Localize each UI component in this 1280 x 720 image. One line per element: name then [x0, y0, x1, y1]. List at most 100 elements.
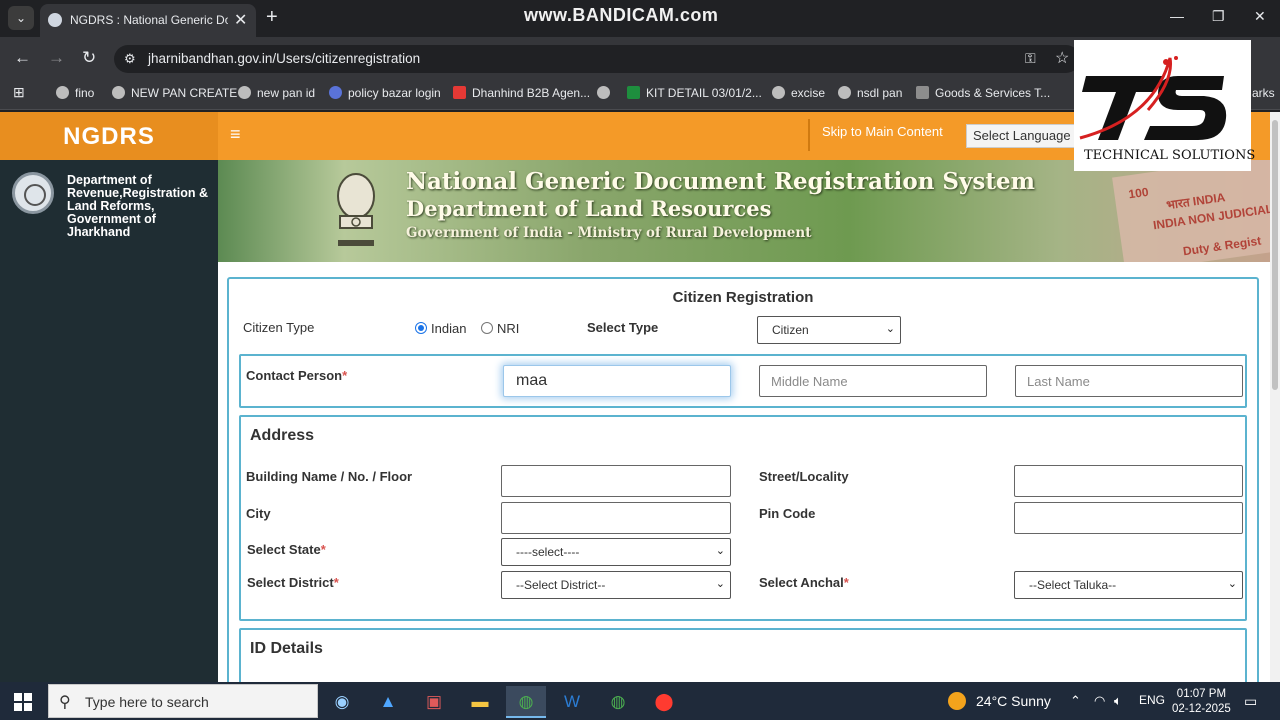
url-text[interactable]: jharnibandhan.gov.in/Users/citizenregist… — [148, 51, 420, 66]
bookmark-label: policy bazar login — [348, 86, 441, 100]
nri-radio[interactable] — [481, 322, 493, 334]
window-close-button[interactable]: ✕ — [1254, 8, 1266, 25]
bookmark-excise[interactable]: excise — [772, 86, 825, 100]
sidebar: NGDRS Department of Revenue,Registration… — [0, 112, 218, 682]
bookmark-label: KIT DETAIL 03/01/2... — [646, 86, 762, 100]
page-scrollbar[interactable] — [1270, 112, 1280, 682]
stamp-paper-image: 100 भारत INDIA INDIA NON JUDICIAL Duty &… — [1112, 160, 1270, 262]
browser-tab[interactable]: NGDRS : National Generic Docu ✕ — [40, 4, 256, 37]
back-arrow-icon[interactable]: ← — [14, 48, 31, 68]
bookmark-fino[interactable]: fino — [56, 86, 94, 100]
bookmark-label: fino — [75, 86, 95, 100]
required-mark: * — [342, 368, 348, 383]
chevron-down-icon: ⌄ — [715, 578, 725, 590]
select-type-dropdown[interactable]: Citizen ⌄ — [757, 316, 901, 344]
bookmark-nsdl-pan[interactable]: nsdl pan — [838, 86, 902, 100]
bandicam-record-icon[interactable]: ⬤ — [644, 686, 684, 718]
bookmark-star-icon[interactable]: ☆ — [1055, 48, 1069, 68]
wifi-icon[interactable]: ◠ — [1094, 693, 1105, 709]
building-input[interactable] — [501, 465, 731, 497]
address-bar[interactable]: ⚙ jharnibandhan.gov.in/Users/citizenregi… — [114, 45, 1080, 73]
jharkhand-emblem-icon — [12, 172, 54, 214]
windows-start-icon[interactable] — [14, 693, 32, 711]
password-key-icon[interactable]: ⚿ — [1025, 50, 1036, 67]
bookmark-new-pan-id[interactable]: new pan id — [238, 86, 315, 100]
logo-caption: TECHNICAL SOLUTIONS — [1084, 148, 1256, 163]
site-favicon-icon — [48, 13, 62, 27]
district-dropdown[interactable]: --Select District-- ⌄ — [501, 571, 731, 599]
bookmark-new-pan-create[interactable]: NEW PAN CREATE — [112, 86, 237, 100]
photos-app-icon[interactable]: ▲ — [368, 686, 408, 718]
file-explorer-icon[interactable]: ▬ — [460, 686, 500, 718]
maximize-button[interactable]: ❐ — [1212, 8, 1225, 25]
show-hidden-icons[interactable]: ⌃ — [1070, 693, 1081, 709]
chrome-profile-icon[interactable]: ◍ — [598, 686, 638, 718]
chrome-app-icon[interactable]: ◍ — [506, 686, 546, 718]
ngdrs-logo[interactable]: NGDRS — [0, 112, 218, 160]
city-input[interactable] — [501, 502, 731, 534]
paint-app-icon[interactable]: ▣ — [414, 686, 454, 718]
tab-title: NGDRS : National Generic Docu — [70, 13, 228, 27]
street-input[interactable] — [1014, 465, 1243, 497]
street-label: Street/Locality — [759, 469, 849, 484]
ashoka-emblem-icon — [337, 173, 375, 246]
anchal-dropdown[interactable]: --Select Taluka-- ⌄ — [1014, 571, 1243, 599]
first-name-input[interactable]: maa — [503, 365, 731, 397]
middle-name-input[interactable]: Middle Name — [759, 365, 987, 397]
all-bookmarks-link[interactable]: arks — [1252, 86, 1275, 100]
tab-search-button[interactable]: ⌄ — [8, 6, 34, 30]
policybazar-icon — [329, 86, 342, 99]
last-name-input[interactable]: Last Name — [1015, 365, 1243, 397]
apps-grid-icon[interactable]: ⊞ — [13, 84, 25, 101]
state-value: ----select---- — [516, 545, 580, 559]
bookmark-policy-bazar[interactable]: policy bazar login — [329, 86, 441, 100]
minimize-button[interactable]: — — [1170, 8, 1184, 24]
bookmark-dhanhind[interactable]: Dhanhind B2B Agen... — [453, 86, 590, 100]
forward-arrow-icon[interactable]: → — [48, 48, 65, 68]
required-mark: * — [333, 575, 339, 590]
nri-radio-label[interactable]: NRI — [497, 321, 519, 336]
banner-title: National Generic Document Registration S… — [406, 168, 1035, 195]
language-indicator[interactable]: ENG — [1139, 693, 1165, 707]
system-clock[interactable]: 01:07 PM 02-12-2025 — [1172, 687, 1231, 717]
technical-solutions-logo: TECHNICAL SOLUTIONS — [1074, 40, 1255, 171]
weather-widget[interactable]: 24°C Sunny — [948, 692, 1051, 710]
indian-radio[interactable] — [415, 322, 427, 334]
stamp-text: Duty & Regist — [1182, 233, 1262, 259]
citizen-type-label: Citizen Type — [243, 320, 315, 335]
anchal-value: --Select Taluka-- — [1029, 578, 1117, 592]
select-type-value: Citizen — [772, 323, 809, 337]
site-info-icon[interactable]: ⚙ — [124, 51, 136, 67]
select-state-label: Select State* — [247, 542, 326, 557]
menu-toggle-icon[interactable]: ≡ — [230, 124, 241, 145]
indian-radio-label[interactable]: Indian — [431, 321, 466, 336]
scrollbar-thumb[interactable] — [1272, 120, 1278, 390]
cortana-app-icon[interactable]: ◉ — [322, 686, 362, 718]
contact-person-section: Contact Person* maa Middle Name Last Nam… — [239, 354, 1247, 408]
select-type-label: Select Type — [587, 320, 659, 335]
new-tab-button[interactable]: + — [266, 6, 278, 29]
bookmark-gst[interactable]: Goods & Services T... — [916, 86, 1050, 100]
skip-to-main-link[interactable]: Skip to Main Content — [808, 119, 943, 151]
globe-icon — [597, 86, 610, 99]
citizen-registration-form: Citizen Registration Citizen Type Indian… — [227, 277, 1259, 682]
bookmark-globe[interactable] — [597, 86, 616, 100]
tab-close-icon[interactable]: ✕ — [234, 10, 247, 30]
notification-icon[interactable]: ▭ — [1244, 693, 1257, 710]
district-value: --Select District-- — [516, 578, 606, 592]
state-dropdown[interactable]: ----select---- ⌄ — [501, 538, 731, 566]
pin-code-input[interactable] — [1014, 502, 1243, 534]
required-mark: * — [320, 542, 326, 557]
banner-subtitle: Department of Land Resources — [406, 196, 772, 221]
address-section: Address Building Name / No. / Floor Stre… — [239, 415, 1247, 621]
bookmark-kit-detail[interactable]: KIT DETAIL 03/01/2... — [627, 86, 762, 100]
word-app-icon[interactable]: W — [552, 686, 592, 718]
chevron-down-icon: ⌄ — [1227, 578, 1237, 590]
city-label: City — [246, 506, 271, 521]
volume-icon[interactable]: 🔈︎ — [1114, 693, 1122, 709]
globe-icon — [772, 86, 785, 99]
taskbar-search-box[interactable]: ⚲ Type here to search — [48, 684, 318, 718]
reload-icon[interactable]: ↻ — [82, 48, 96, 68]
required-mark: * — [843, 575, 849, 590]
ts-logo-mark-icon — [1079, 56, 1227, 140]
